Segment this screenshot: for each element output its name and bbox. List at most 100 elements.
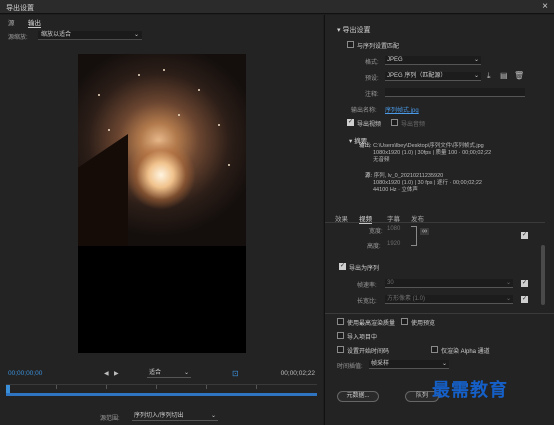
interp-value: 帧采样	[371, 361, 390, 367]
summary-source-key: 源:	[365, 173, 373, 179]
format-value: JPEG	[387, 57, 403, 63]
mark-in-icon[interactable]: ◀	[104, 370, 109, 377]
preview-panel: 源 输出 源缩放: 缩放以适合 ⌄ 00;00;00;00 ◀ ▶ 适合 ⌄ ⊡…	[0, 15, 323, 425]
aspect-value: 方形像素 (1.0)	[387, 296, 426, 302]
summary-output: 输出: C:\Users\lbey\Desktop\序列文件\序列帧式.jpg …	[359, 143, 549, 164]
import-preset-icon[interactable]: ▤	[500, 71, 508, 80]
use-preview-checkbox[interactable]	[401, 318, 408, 325]
import-project-label: 导入项目中	[347, 335, 378, 341]
aspect-lock-bracket	[411, 226, 417, 246]
ruler-tick	[156, 385, 157, 389]
interp-label: 时间插值:	[337, 364, 363, 370]
chevron-down-icon: ⌄	[505, 280, 511, 286]
delete-preset-icon[interactable]: 🗑	[514, 71, 524, 80]
spark	[98, 94, 100, 96]
watermark-logo: 最需教育	[432, 380, 508, 401]
tab-video[interactable]: 视频	[359, 213, 372, 224]
height-label: 高度:	[367, 244, 381, 250]
aspect-dropdown[interactable]: 方形像素 (1.0) ⌄	[385, 295, 513, 304]
aspect-match-checkbox[interactable]	[521, 295, 528, 303]
preset-dropdown[interactable]: JPEG 序列（匹配源） ⌄	[385, 72, 481, 81]
summary-output-key: 输出:	[359, 143, 372, 149]
fireworks-frame	[78, 54, 246, 246]
summary-source-line3: 44100 Hz · 立体声	[373, 187, 418, 193]
tab-output[interactable]: 输出	[28, 17, 41, 28]
spark	[163, 69, 165, 71]
tab-effects[interactable]: 效果	[335, 213, 348, 223]
tab-source[interactable]: 源	[8, 17, 15, 27]
summary-output-line3: 无音频	[373, 157, 390, 163]
firework-burst	[126, 140, 196, 210]
preset-label: 预设:	[365, 76, 379, 82]
set-timecode-checkbox[interactable]	[337, 346, 344, 353]
source-scale-row: 源缩放: 缩放以适合 ⌄	[8, 31, 142, 41]
output-name-link[interactable]: 序列帧式.jpg	[385, 105, 419, 114]
export-settings-heading[interactable]: ▾ 导出设置	[337, 25, 370, 35]
match-sequence-label: 与序列设置匹配	[357, 44, 400, 50]
export-audio-checkbox[interactable]	[391, 119, 398, 126]
comment-input[interactable]	[385, 88, 525, 97]
alpha-only-label: 仅渲染 Alpha 通道	[441, 349, 490, 355]
source-range-label: 源范围:	[100, 416, 120, 422]
comment-label: 注释:	[365, 92, 379, 98]
spark	[228, 164, 230, 166]
set-timecode-label: 设置开始时间码	[347, 349, 390, 355]
timeline-bar: 00;00;00;00 ◀ ▶ 适合 ⌄ ⊡ 00;00;02;22	[0, 367, 323, 397]
summary-output-line2: 1080x1920 (1.0) | 30fps | 质量 100 · 00;00…	[373, 150, 492, 156]
summary-source: 源: 序列, lv_0_20210211235920 1080x1920 (1.…	[365, 173, 549, 194]
spark	[108, 129, 110, 131]
export-video-label: 导出视频	[357, 122, 382, 128]
width-value[interactable]: 1080	[387, 226, 400, 232]
format-label: 格式:	[365, 60, 379, 66]
export-settings-title: 导出设置	[342, 27, 371, 34]
video-preview	[78, 54, 246, 353]
chevron-down-icon: ⌄	[441, 361, 447, 367]
width-label: 宽度:	[369, 229, 383, 235]
framerate-value: 30	[387, 280, 394, 286]
mark-out-icon[interactable]: ▶	[114, 370, 119, 377]
close-icon[interactable]: ×	[542, 1, 548, 12]
save-preset-icon[interactable]: ⤓	[487, 71, 491, 81]
timeline-ruler[interactable]	[6, 384, 317, 396]
timecode-duration: 00;00;02;22	[280, 370, 315, 377]
framerate-label: 帧速率:	[357, 283, 377, 289]
metadata-button[interactable]: 元数据...	[337, 391, 379, 402]
source-range-dropdown[interactable]: 序列切入/序列切出 ⌄	[132, 412, 218, 421]
width-match-checkbox[interactable]	[521, 231, 528, 239]
alpha-only-checkbox[interactable]	[431, 346, 438, 353]
match-sequence-checkbox[interactable]	[347, 41, 354, 48]
format-dropdown[interactable]: JPEG ⌄	[385, 56, 481, 65]
max-render-checkbox[interactable]	[337, 318, 344, 325]
window-title: 导出设置	[6, 5, 34, 12]
building-silhouette	[78, 134, 128, 246]
tab-publish[interactable]: 发布	[411, 213, 424, 223]
settings-scrollbar[interactable]	[541, 245, 545, 305]
export-settings-panel: ▾ 导出设置 与序列设置匹配 格式: JPEG ⌄ 预设: JPEG 序列（匹配…	[324, 15, 554, 425]
zoom-fit-dropdown[interactable]: 适合 ⌄	[147, 369, 191, 378]
framerate-match-checkbox[interactable]	[521, 279, 528, 287]
import-project-checkbox[interactable]	[337, 332, 344, 339]
ruler-tick	[256, 385, 257, 389]
playhead[interactable]	[6, 385, 10, 393]
chevron-down-icon: ⌄	[183, 370, 189, 376]
chevron-down-icon: ⌄	[133, 32, 139, 38]
link-icon[interactable]: ∞	[420, 228, 429, 235]
crop-icon[interactable]: ⊡	[232, 369, 239, 378]
export-video-checkbox[interactable]	[347, 118, 354, 126]
work-area-bar[interactable]	[6, 393, 317, 396]
chevron-down-icon: ⌄	[473, 57, 479, 63]
tab-captions[interactable]: 字幕	[387, 213, 400, 223]
source-scale-label: 源缩放:	[8, 35, 28, 41]
summary-source-line2: 1080x1920 (1.0) | 30 fps | 逐行 · 00;00;02…	[373, 180, 482, 186]
divider	[325, 313, 554, 314]
export-audio-label: 导出音频	[401, 122, 426, 128]
export-as-sequence-checkbox[interactable]	[339, 262, 346, 270]
framerate-dropdown[interactable]: 30 ⌄	[385, 279, 513, 288]
interp-dropdown[interactable]: 帧采样 ⌄	[369, 360, 449, 369]
height-value[interactable]: 1920	[387, 241, 400, 247]
preview-tabs: 源 输出	[0, 17, 323, 28]
spark	[138, 74, 140, 76]
timecode-current[interactable]: 00;00;00;00	[8, 370, 42, 377]
source-scale-dropdown[interactable]: 缩放以适合 ⌄	[38, 31, 142, 40]
summary-output-path: C:\Users\lbey\Desktop\序列文件\序列帧式.jpg	[373, 143, 484, 149]
